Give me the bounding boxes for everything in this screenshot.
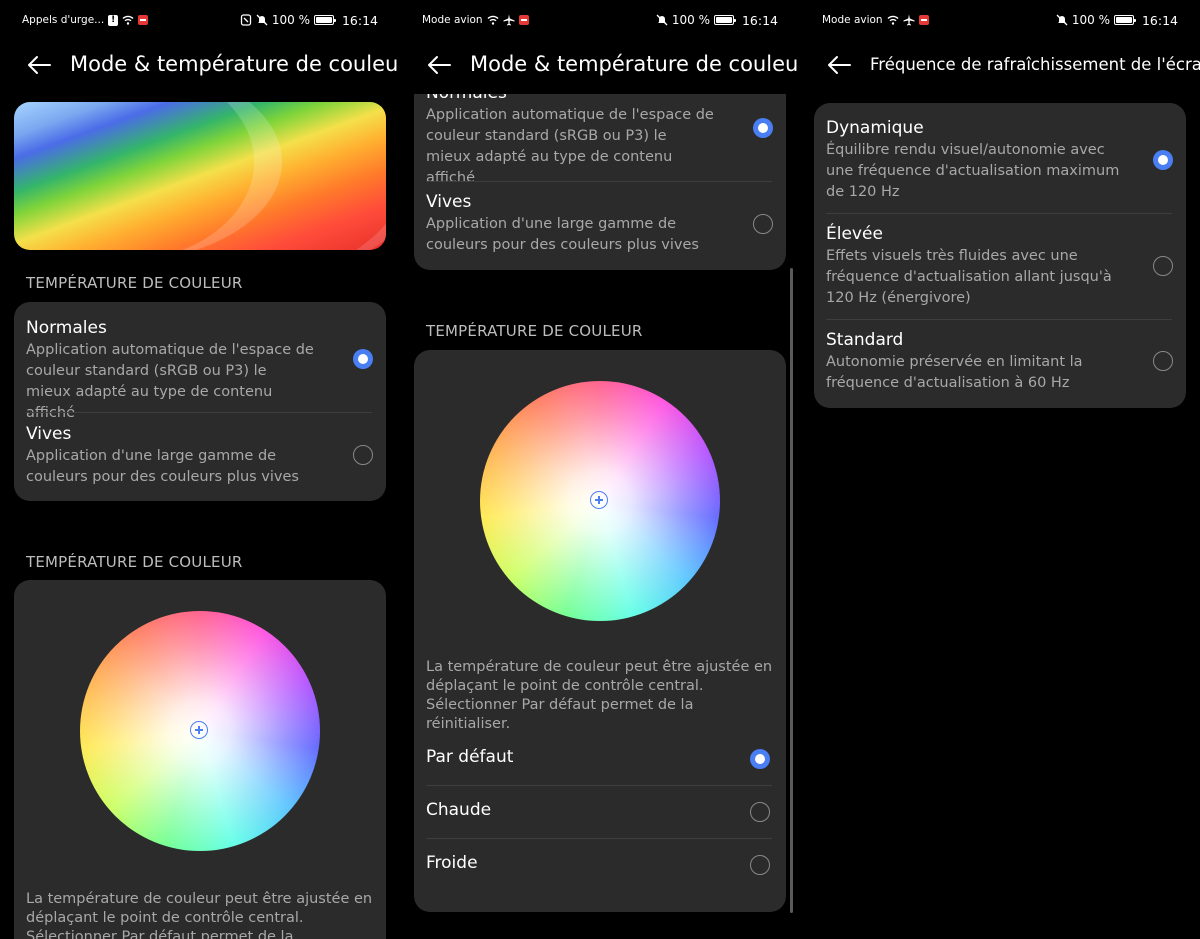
section-label: TEMPÉRATURE DE COULEUR bbox=[26, 553, 243, 571]
clock: 16:14 bbox=[1141, 12, 1178, 28]
option-label: Par défaut bbox=[426, 747, 514, 767]
option-title: Élevée bbox=[826, 224, 883, 244]
radio-froide[interactable] bbox=[750, 855, 770, 875]
option-description: Application automatique de l'espace de c… bbox=[426, 107, 714, 186]
app-bar: Mode & température de couleur bbox=[400, 46, 800, 86]
wifi-icon bbox=[887, 15, 899, 25]
notification-icon bbox=[918, 15, 929, 25]
battery-percent: 100 % bbox=[1071, 13, 1110, 27]
back-arrow-icon[interactable] bbox=[426, 54, 452, 76]
radio-vives[interactable] bbox=[353, 445, 373, 465]
status-left-text: Mode avion bbox=[822, 14, 883, 26]
color-wheel[interactable] bbox=[80, 611, 320, 851]
status-bar: Mode avion 100 % 16:14 bbox=[822, 10, 1178, 30]
section-label: TEMPÉRATURE DE COULEUR bbox=[26, 274, 243, 292]
temperature-description: La température de couleur peut être ajus… bbox=[26, 891, 373, 939]
option-title: Normales bbox=[426, 94, 774, 103]
color-wheel[interactable] bbox=[480, 381, 720, 621]
option-description: Application d'une large gamme de couleur… bbox=[426, 216, 699, 253]
color-temperature-card: La température de couleur peut être ajus… bbox=[14, 580, 386, 939]
nfc-icon bbox=[240, 14, 251, 26]
screen-color-temperature: Mode avion 100 % 16:14 Mode & températur… bbox=[400, 0, 800, 939]
back-arrow-icon[interactable] bbox=[26, 54, 52, 76]
radio-par-defaut[interactable] bbox=[750, 749, 770, 769]
status-left-text: Appels d'urge... bbox=[22, 14, 105, 26]
temperature-description: La température de couleur peut être ajus… bbox=[426, 659, 773, 732]
center-control-point-icon[interactable] bbox=[590, 491, 608, 509]
divider bbox=[426, 181, 772, 182]
option-description: Autonomie préservée en limitant la fréqu… bbox=[826, 354, 1083, 391]
option-normales[interactable]: Normales Application automatique de l'es… bbox=[426, 94, 774, 189]
option-title: Standard bbox=[826, 330, 904, 350]
option-title: Vives bbox=[26, 424, 72, 444]
option-label: Chaude bbox=[426, 800, 492, 820]
status-bar: Appels d'urge... ! 100 % 16:14 bbox=[22, 10, 378, 30]
clock: 16:14 bbox=[741, 12, 778, 28]
option-vives[interactable]: Vives Application d'une large gamme de c… bbox=[426, 192, 774, 256]
wifi-icon bbox=[122, 15, 134, 25]
scrollbar[interactable] bbox=[790, 268, 793, 913]
option-froide[interactable]: Froide bbox=[426, 839, 774, 892]
mute-icon bbox=[1056, 14, 1068, 26]
app-bar: Fréquence de rafraîchissement de l'écran bbox=[800, 46, 1200, 86]
option-dynamique[interactable]: Dynamique Équilibre rendu visuel/autonom… bbox=[826, 118, 1174, 203]
refresh-rate-options-card: Dynamique Équilibre rendu visuel/autonom… bbox=[814, 103, 1186, 408]
option-chaude[interactable]: Chaude bbox=[426, 786, 774, 839]
battery-percent: 100 % bbox=[271, 13, 310, 27]
airplane-icon bbox=[903, 14, 915, 26]
radio-vives[interactable] bbox=[753, 214, 773, 234]
status-bar: Mode avion 100 % 16:14 bbox=[422, 10, 778, 30]
option-description: Équilibre rendu visuel/autonomie avec un… bbox=[826, 142, 1120, 200]
center-control-point-icon[interactable] bbox=[190, 721, 208, 739]
alert-icon: ! bbox=[108, 14, 119, 26]
radio-normales[interactable] bbox=[353, 349, 373, 369]
option-elevee[interactable]: Élevée Effets visuels très fluides avec … bbox=[826, 224, 1174, 309]
battery-icon bbox=[313, 15, 336, 25]
radio-elevee[interactable] bbox=[1153, 256, 1173, 276]
option-label: Froide bbox=[426, 853, 478, 873]
notification-icon bbox=[518, 15, 529, 25]
divider bbox=[26, 412, 372, 413]
option-standard[interactable]: Standard Autonomie préservée en limitant… bbox=[826, 330, 1174, 394]
option-title: Vives bbox=[426, 192, 472, 212]
radio-standard[interactable] bbox=[1153, 351, 1173, 371]
color-mode-options-card: Normales Application automatique de l'es… bbox=[414, 94, 786, 270]
section-label: TEMPÉRATURE DE COULEUR bbox=[426, 322, 643, 340]
battery-percent: 100 % bbox=[671, 13, 710, 27]
mute-icon bbox=[256, 14, 268, 26]
airplane-icon bbox=[503, 14, 515, 26]
screen-refresh-rate: Mode avion 100 % 16:14 Fréquence de rafr… bbox=[800, 0, 1200, 939]
color-mode-options-card: Normales Application automatique de l'es… bbox=[14, 302, 386, 501]
option-normales[interactable]: Normales Application automatique de l'es… bbox=[26, 318, 374, 424]
divider bbox=[826, 213, 1172, 214]
screen-color-mode: Appels d'urge... ! 100 % 16:14 Mode & te… bbox=[0, 0, 400, 939]
app-bar: Mode & température de couleur bbox=[0, 46, 400, 86]
option-description: Effets visuels très fluides avec une fré… bbox=[826, 248, 1112, 306]
color-temperature-card: La température de couleur peut être ajus… bbox=[414, 350, 786, 912]
wifi-icon bbox=[487, 15, 499, 25]
battery-icon bbox=[713, 15, 736, 25]
radio-chaude[interactable] bbox=[750, 802, 770, 822]
option-title: Dynamique bbox=[826, 118, 924, 138]
scroll-clip: Normales Application automatique de l'es… bbox=[400, 94, 800, 284]
option-description: Application d'une large gamme de couleur… bbox=[26, 448, 299, 485]
option-title: Normales bbox=[26, 318, 107, 338]
back-arrow-icon[interactable] bbox=[826, 54, 852, 76]
battery-icon bbox=[1113, 15, 1136, 25]
page-title: Mode & température de couleur bbox=[70, 52, 400, 76]
option-par-defaut[interactable]: Par défaut bbox=[426, 733, 774, 786]
page-title: Mode & température de couleur bbox=[470, 52, 800, 76]
divider bbox=[826, 319, 1172, 320]
radio-normales[interactable] bbox=[753, 118, 773, 138]
radio-dynamique[interactable] bbox=[1153, 150, 1173, 170]
status-left-text: Mode avion bbox=[422, 14, 483, 26]
color-mode-preview-image bbox=[14, 102, 386, 250]
clock: 16:14 bbox=[341, 12, 378, 28]
mute-icon bbox=[656, 14, 668, 26]
option-vives[interactable]: Vives Application d'une large gamme de c… bbox=[26, 424, 374, 488]
notification-icon bbox=[138, 15, 149, 25]
page-title: Fréquence de rafraîchissement de l'écran bbox=[870, 55, 1200, 74]
